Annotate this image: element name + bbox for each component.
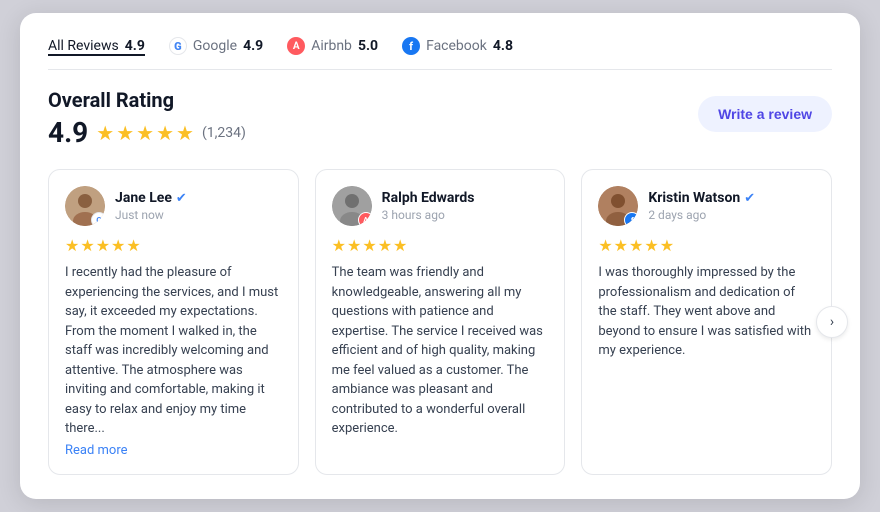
review-card-1: A Ralph Edwards 3 hours ago ★ ★ ★ ★ ★ Th… [315,169,566,475]
tab-google-rating: 4.9 [243,38,263,54]
reviewer-name-row-0: Jane Lee ✔ [115,190,282,206]
tab-all-reviews[interactable]: All Reviews 4.9 [48,38,145,56]
tab-airbnb-label: Airbnb [311,38,352,54]
r2-star-5: ★ [660,236,674,255]
review-card-0: G Jane Lee ✔ Just now ★ ★ ★ ★ ★ I recent… [48,169,299,475]
r0-star-5: ★ [126,236,140,255]
google-icon: G [169,37,187,55]
reviews-grid: G Jane Lee ✔ Just now ★ ★ ★ ★ ★ I recent… [48,169,832,475]
overall-score: 4.9 [48,116,88,149]
avatar-1: A [332,186,372,226]
tab-all-rating: 4.9 [125,38,145,54]
review-stars-1: ★ ★ ★ ★ ★ [332,236,549,255]
r1-star-3: ★ [362,236,376,255]
r2-star-3: ★ [629,236,643,255]
r2-star-4: ★ [644,236,658,255]
r0-star-2: ★ [80,236,94,255]
review-text-1: The team was friendly and knowledgeable,… [332,263,549,439]
review-card-2: f Kristin Watson ✔ 2 days ago ★ ★ ★ ★ ★ … [581,169,832,475]
r1-star-5: ★ [393,236,407,255]
tab-facebook-rating: 4.8 [493,38,513,54]
reviewer-info-0: Jane Lee ✔ Just now [115,190,282,222]
reviewer-name-1: Ralph Edwards [382,190,475,206]
r1-star-4: ★ [378,236,392,255]
r1-star-1: ★ [332,236,346,255]
star-1: ★ [96,121,114,145]
tabs-bar: All Reviews 4.9 G Google 4.9 A Airbnb 5.… [48,37,832,70]
reviewer-header-0: G Jane Lee ✔ Just now [65,186,282,226]
avatar-0: G [65,186,105,226]
r1-star-2: ★ [347,236,361,255]
r0-star-4: ★ [111,236,125,255]
overall-rating-section: Overall Rating 4.9 ★ ★ ★ ★ ★ (1,234) Wri… [48,88,832,149]
star-2: ★ [116,121,134,145]
tab-google[interactable]: G Google 4.9 [169,37,263,57]
review-text-0: I recently had the pleasure of experienc… [65,263,282,439]
reviewer-name-row-1: Ralph Edwards [382,190,549,206]
overall-stars: ★ ★ ★ ★ ★ [96,121,194,145]
r2-star-1: ★ [598,236,612,255]
tab-airbnb[interactable]: A Airbnb 5.0 [287,37,378,57]
airbnb-icon: A [287,37,305,55]
reviewer-info-2: Kristin Watson ✔ 2 days ago [648,190,815,222]
overall-rating-title: Overall Rating [48,88,246,112]
review-time-1: 3 hours ago [382,208,549,222]
tab-airbnb-rating: 5.0 [358,38,378,54]
tab-facebook[interactable]: f Facebook 4.8 [402,37,513,57]
overall-score-row: 4.9 ★ ★ ★ ★ ★ (1,234) [48,116,246,149]
r0-star-1: ★ [65,236,79,255]
reviewer-name-0: Jane Lee [115,190,172,206]
reviewer-header-2: f Kristin Watson ✔ 2 days ago [598,186,815,226]
platform-badge-0: G [91,212,105,226]
write-review-button[interactable]: Write a review [698,96,832,132]
r0-star-3: ★ [96,236,110,255]
tab-all-label: All Reviews [48,38,119,54]
facebook-icon: f [402,37,420,55]
next-arrow-button[interactable]: › [816,306,848,338]
review-time-2: 2 days ago [648,208,815,222]
platform-badge-1: A [358,212,372,226]
overall-rating-left: Overall Rating 4.9 ★ ★ ★ ★ ★ (1,234) [48,88,246,149]
tab-facebook-label: Facebook [426,38,487,54]
verified-icon-0: ✔ [176,191,187,206]
reviewer-name-row-2: Kristin Watson ✔ [648,190,815,206]
review-stars-2: ★ ★ ★ ★ ★ [598,236,815,255]
star-5: ★ [176,121,194,145]
reviewer-header-1: A Ralph Edwards 3 hours ago [332,186,549,226]
reviews-widget: All Reviews 4.9 G Google 4.9 A Airbnb 5.… [20,13,860,499]
review-time-0: Just now [115,208,282,222]
platform-badge-2: f [624,212,638,226]
avatar-2: f [598,186,638,226]
read-more-link-0[interactable]: Read more [65,443,282,458]
star-3: ★ [136,121,154,145]
review-stars-0: ★ ★ ★ ★ ★ [65,236,282,255]
reviewer-info-1: Ralph Edwards 3 hours ago [382,190,549,222]
review-text-2: I was thoroughly impressed by the profes… [598,263,815,361]
tab-google-label: Google [193,38,237,54]
r2-star-2: ★ [614,236,628,255]
reviewer-name-2: Kristin Watson [648,190,740,206]
verified-icon-2: ✔ [744,191,755,206]
star-4: ★ [156,121,174,145]
review-count: (1,234) [202,125,246,141]
